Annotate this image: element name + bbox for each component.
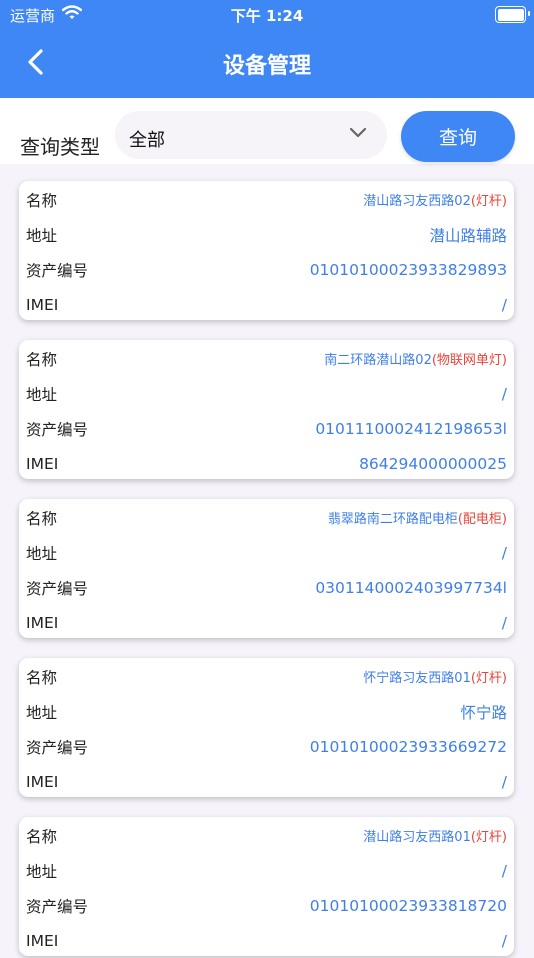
field-label: 地址: [26, 862, 58, 881]
battery-icon: [495, 6, 530, 23]
device-name-row: 名称 怀宁路习友西路01(灯杆): [26, 659, 507, 694]
device-asset-value: 0101010002393382989З: [309, 260, 507, 279]
device-type-tag: (配电柜): [457, 512, 507, 527]
filter-label: 查询类型: [20, 135, 100, 159]
device-address-value: 怀宁路: [460, 703, 507, 722]
device-name: 南二环路潜山路02: [324, 353, 432, 368]
device-asset-value: 0301140002403997734l: [315, 578, 507, 597]
field-label: IMEI: [26, 931, 59, 950]
device-name-row: 名称 南二环路潜山路02(物联网单灯): [26, 341, 507, 376]
device-imei-row: IMEI /: [26, 287, 507, 322]
field-label: IMEI: [26, 454, 59, 473]
field-label: 资产编号: [26, 579, 89, 598]
device-address-row: 地址 潜山路辅路: [26, 217, 507, 252]
field-label: 资产编号: [26, 420, 89, 439]
status-bar: 运营商 下午 1:24: [0, 0, 534, 28]
device-asset-row: 资产编号 0101110002412198653l: [26, 411, 507, 446]
device-imei-value: /: [501, 931, 507, 950]
device-imei-value: /: [501, 613, 507, 632]
field-label: IMEI: [26, 772, 59, 791]
device-address-row: 地址 /: [26, 535, 507, 570]
field-label: 地址: [26, 703, 58, 722]
device-card[interactable]: 名称 潜山路习友西路02(灯杆) 地址 潜山路辅路资产编号 01010100023933…: [19, 181, 514, 320]
field-label: 资产编号: [26, 897, 89, 916]
device-asset-row: 资产编号 01010100023933818720: [26, 888, 507, 923]
chevron-down-icon: [349, 127, 367, 138]
device-imei-value: /: [501, 295, 507, 314]
device-asset-row: 资产编号 0301140002403997734l: [26, 570, 507, 605]
clock: 下午 1:24: [230, 7, 304, 25]
device-imei-value: 864294000000025: [359, 454, 507, 473]
field-label: 资产编号: [26, 738, 89, 757]
device-name: 潜山路习友西路02: [363, 194, 471, 209]
device-card[interactable]: 名称 翡翠路南二环路配电柜(配电柜) 地址 / 资产编号 0301140002403997…: [19, 499, 514, 638]
field-label: 资产编号: [26, 261, 89, 280]
query-type-select[interactable]: 全部: [115, 111, 387, 159]
device-imei-row: IMEI /: [26, 923, 507, 958]
device-card[interactable]: 名称 潜山路习友西路01(灯杆) 地址 / 资产编号 010101000239338187…: [19, 817, 514, 956]
device-name-row: 名称 潜山路习友西路01(灯杆): [26, 818, 507, 853]
device-name-value: 南二环路潜山路02(物联网单灯): [324, 349, 507, 368]
device-asset-value: 01010100023933669272: [309, 737, 507, 756]
select-value: 全部: [129, 130, 165, 151]
device-name: 潜山路习友西路01: [363, 830, 471, 845]
device-address-value: 潜山路辅路: [429, 226, 507, 245]
field-label: 名称: [26, 191, 58, 210]
field-label: IMEI: [26, 295, 59, 314]
device-type-tag: (灯杆): [470, 830, 507, 845]
device-address-value: /: [501, 861, 507, 880]
device-name-value: 翡翠路南二环路配电柜(配电柜): [328, 508, 507, 527]
field-label: 地址: [26, 385, 58, 404]
field-label: 名称: [26, 350, 58, 369]
device-type-tag: (灯杆): [470, 671, 507, 686]
field-label: IMEI: [26, 613, 59, 632]
device-card[interactable]: 名称 怀宁路习友西路01(灯杆) 地址 怀宁路资产编号 0101010002393366…: [19, 658, 514, 797]
device-address-value: /: [501, 384, 507, 403]
device-address-row: 地址 怀宁路: [26, 694, 507, 729]
device-address-value: /: [501, 543, 507, 562]
device-name-row: 名称 翡翠路南二环路配电柜(配电柜): [26, 500, 507, 535]
device-asset-value: 01010100023933818720: [309, 896, 507, 915]
device-asset-row: 资产编号 0101010002393382989З: [26, 252, 507, 287]
device-imei-value: /: [501, 772, 507, 791]
device-asset-row: 资产编号 01010100023933669272: [26, 729, 507, 764]
device-imei-row: IMEI 864294000000025: [26, 446, 507, 481]
field-label: 名称: [26, 668, 58, 687]
device-address-row: 地址 /: [26, 376, 507, 411]
device-name: 翡翠路南二环路配电柜: [327, 512, 458, 527]
device-name: 怀宁路习友西路01: [363, 671, 471, 686]
device-name-value: 潜山路习友西路01(灯杆): [363, 826, 507, 845]
device-imei-row: IMEI /: [26, 764, 507, 799]
page-title: 设备管理: [222, 54, 311, 79]
device-address-row: 地址 /: [26, 853, 507, 888]
field-label: 名称: [26, 509, 58, 528]
device-type-tag: (物联网单灯): [431, 353, 507, 368]
device-asset-value: 0101110002412198653l: [315, 419, 507, 438]
device-name-value: 怀宁路习友西路01(灯杆): [363, 667, 507, 686]
device-card[interactable]: 名称 南二环路潜山路02(物联网单灯) 地址 / 资产编号 010111000241219…: [19, 340, 514, 479]
device-name-row: 名称 潜山路习友西路02(灯杆): [26, 182, 507, 217]
field-label: 地址: [26, 544, 58, 563]
device-name-value: 潜山路习友西路02(灯杆): [363, 190, 507, 209]
app-header: 运营商 下午 1:24 设备管理: [0, 0, 534, 98]
query-button[interactable]: 查询: [401, 111, 515, 162]
device-type-tag: (灯杆): [470, 194, 507, 209]
field-label: 名称: [26, 827, 58, 846]
field-label: 地址: [26, 226, 58, 245]
device-imei-row: IMEI /: [26, 605, 507, 640]
